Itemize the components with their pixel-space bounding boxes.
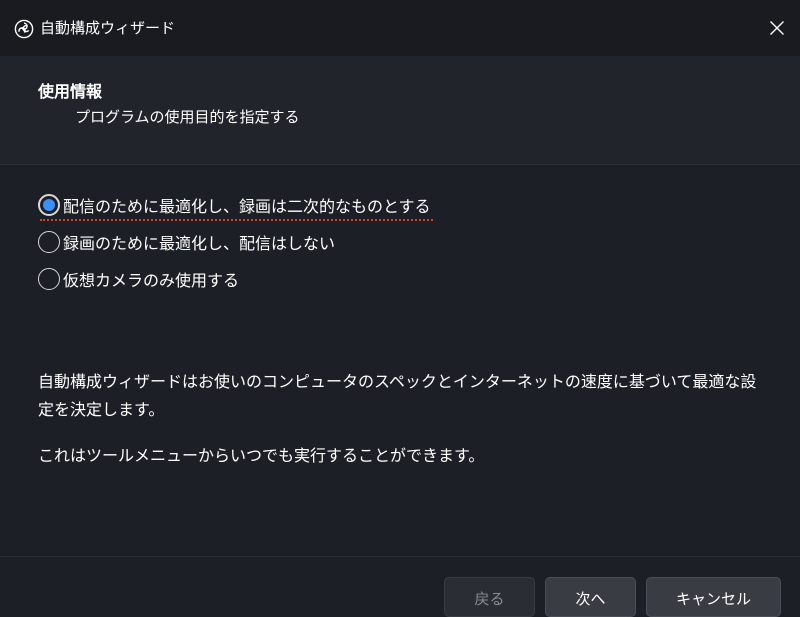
close-button[interactable] bbox=[754, 8, 800, 52]
option-label: 配信のために最適化し、録画は二次的なものとする bbox=[63, 196, 431, 216]
option-optimize-recording[interactable]: 録画のために最適化し、配信はしない bbox=[38, 223, 431, 260]
option-label: 仮想カメラのみ使用する bbox=[63, 270, 240, 290]
option-optimize-streaming[interactable]: 配信のために最適化し、録画は二次的なものとする bbox=[38, 186, 433, 223]
window-title: 自動構成ウィザード bbox=[40, 19, 176, 37]
page-subtitle: プログラムの使用目的を指定する bbox=[75, 108, 300, 126]
title-bar: 自動構成ウィザード bbox=[0, 0, 800, 56]
radio-button-checked[interactable] bbox=[38, 193, 60, 216]
close-icon bbox=[769, 20, 785, 40]
footer-divider bbox=[0, 556, 800, 557]
page-header: 使用情報 プログラムの使用目的を指定する bbox=[0, 56, 800, 165]
focus-indicator bbox=[40, 219, 433, 221]
cancel-button[interactable]: キャンセル bbox=[646, 577, 781, 617]
option-virtual-camera-only[interactable]: 仮想カメラのみ使用する bbox=[38, 260, 431, 297]
usage-options-group: 配信のために最適化し、録画は二次的なものとする 録画のために最適化し、配信はしな… bbox=[38, 186, 433, 297]
radio-button[interactable] bbox=[38, 267, 60, 290]
page-title: 使用情報 bbox=[38, 82, 103, 101]
option-label: 録画のために最適化し、配信はしない bbox=[63, 233, 336, 253]
back-button[interactable]: 戻る bbox=[444, 577, 535, 617]
obs-logo-icon bbox=[14, 19, 34, 39]
description-text: 自動構成ウィザードはお使いのコンピュータのスペックとインターネットの速度に基づい… bbox=[38, 372, 757, 419]
auto-config-wizard-dialog: 自動構成ウィザード 使用情報 プログラムの使用目的を指定する 配信のために最適化… bbox=[0, 0, 800, 617]
description-note: これはツールメニューからいつでも実行することができます。 bbox=[38, 446, 485, 465]
next-button[interactable]: 次へ bbox=[545, 577, 636, 617]
radio-button[interactable] bbox=[38, 230, 60, 253]
